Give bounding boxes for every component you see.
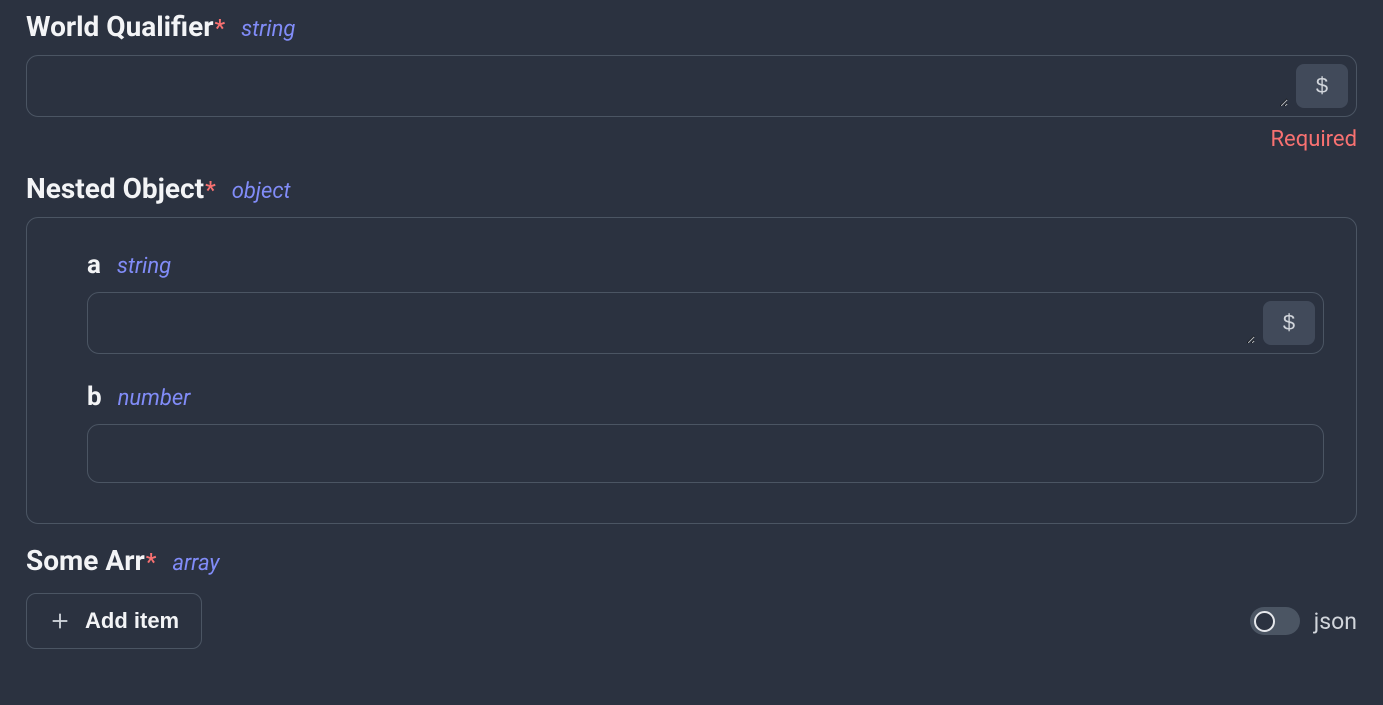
field-label-row: Some Arr* array <box>26 544 1357 577</box>
input-wrapper: $ <box>87 292 1324 354</box>
dollar-icon: $ <box>1283 310 1295 336</box>
field-label-row: b number <box>87 382 1324 412</box>
type-annotation: string <box>117 254 171 279</box>
label-text: World Qualifier <box>26 10 214 43</box>
label-text: a <box>87 250 101 280</box>
field-some-arr: Some Arr* array Add item json <box>26 544 1357 649</box>
nested-b-input[interactable] <box>87 424 1324 483</box>
type-annotation: number <box>118 386 191 411</box>
json-toggle-row: json <box>1250 607 1357 635</box>
variable-button[interactable]: $ <box>1263 301 1315 345</box>
nested-field-a: a string $ <box>87 250 1324 354</box>
required-asterisk: * <box>215 14 226 42</box>
label-text: Nested Object <box>26 172 204 205</box>
error-message: Required <box>26 127 1357 152</box>
label-text: Some Arr <box>26 544 145 577</box>
field-nested-object: Nested Object* object a string $ b numbe… <box>26 172 1357 524</box>
json-toggle[interactable] <box>1250 607 1300 635</box>
required-asterisk: * <box>146 548 157 576</box>
field-label: Nested Object* <box>26 172 216 205</box>
toggle-knob <box>1254 611 1275 632</box>
plus-icon <box>49 610 71 632</box>
variable-button[interactable]: $ <box>1296 64 1348 108</box>
input-wrapper: $ <box>26 55 1357 117</box>
field-label: World Qualifier* <box>26 10 225 43</box>
field-label-row: a string <box>87 250 1324 280</box>
dollar-icon: $ <box>1316 73 1328 99</box>
nested-a-input[interactable] <box>96 303 1255 344</box>
required-asterisk: * <box>205 176 216 204</box>
field-label-row: World Qualifier* string <box>26 10 1357 43</box>
field-world-qualifier: World Qualifier* string $ Required <box>26 10 1357 152</box>
add-item-button[interactable]: Add item <box>26 593 202 649</box>
array-controls: Add item json <box>26 593 1357 649</box>
nested-field-b: b number <box>87 382 1324 483</box>
world-qualifier-input[interactable] <box>35 66 1288 107</box>
label-text: b <box>87 382 102 412</box>
field-label-row: Nested Object* object <box>26 172 1357 205</box>
type-annotation: array <box>172 551 219 576</box>
nested-object-container: a string $ b number <box>26 217 1357 524</box>
add-item-label: Add item <box>85 608 179 634</box>
type-annotation: string <box>241 17 295 42</box>
field-label: Some Arr* <box>26 544 156 577</box>
type-annotation: object <box>232 179 291 204</box>
json-toggle-label: json <box>1314 608 1357 635</box>
